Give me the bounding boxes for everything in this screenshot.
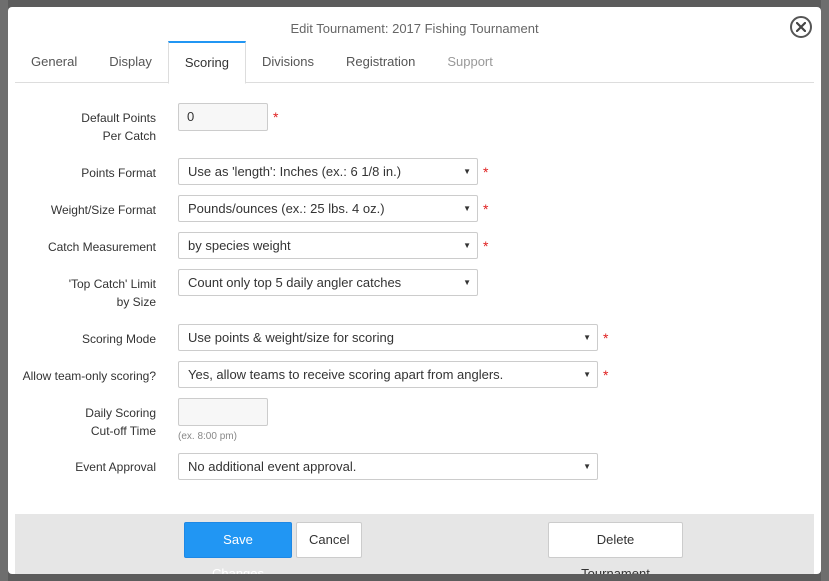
cutoff-time-hint: (ex. 8:00 pm): [178, 431, 237, 442]
edit-tournament-modal: Edit Tournament: 2017 Fishing Tournament…: [8, 7, 821, 574]
scoring-mode-value: Use points & weight/size for scoring: [188, 330, 394, 345]
tab-display[interactable]: Display: [93, 41, 168, 83]
tab-support[interactable]: Support: [431, 41, 509, 83]
close-icon: [796, 22, 806, 32]
chevron-down-icon: ▼: [463, 167, 471, 176]
required-marker: *: [603, 367, 609, 383]
default-points-input[interactable]: 0: [178, 103, 268, 131]
backdrop-left: [0, 0, 8, 581]
points-format-select[interactable]: Use as 'length': Inches (ex.: 6 1/8 in.)…: [178, 158, 478, 185]
backdrop-right: [821, 0, 829, 581]
close-button[interactable]: [790, 16, 812, 38]
points-format-value: Use as 'length': Inches (ex.: 6 1/8 in.): [188, 164, 402, 179]
team-scoring-label: Allow team-only scoring?: [22, 369, 156, 383]
modal-title: Edit Tournament: 2017 Fishing Tournament: [290, 21, 539, 36]
weight-format-select[interactable]: Pounds/ounces (ex.: 25 lbs. 4 oz.) ▼: [178, 195, 478, 222]
cutoff-time-label: Daily Scoring Cut-off Time: [85, 406, 156, 438]
required-marker: *: [603, 330, 609, 346]
tab-bar: General Display Scoring Divisions Regist…: [15, 41, 814, 84]
tab-scoring[interactable]: Scoring: [167, 41, 246, 84]
required-marker: *: [483, 164, 489, 180]
points-format-label: Points Format: [81, 166, 156, 180]
save-changes-button[interactable]: Save Changes: [184, 522, 292, 574]
required-marker: *: [273, 109, 279, 125]
chevron-down-icon: ▼: [583, 462, 591, 471]
tab-divisions[interactable]: Divisions: [246, 41, 330, 83]
catch-measurement-select[interactable]: by species weight ▼: [178, 232, 478, 259]
weight-format-label: Weight/Size Format: [50, 203, 156, 217]
top-catch-limit-value: Count only top 5 daily angler catches: [188, 275, 402, 290]
catch-measurement-value: by species weight: [188, 238, 291, 253]
required-marker: *: [483, 238, 489, 254]
chevron-down-icon: ▼: [583, 333, 591, 342]
delete-tournament-button[interactable]: Delete Tournament: [548, 522, 683, 574]
tab-general[interactable]: General: [15, 41, 93, 83]
tab-registration[interactable]: Registration: [330, 41, 431, 83]
chevron-down-icon: ▼: [463, 241, 471, 250]
chevron-down-icon: ▼: [463, 278, 471, 287]
required-marker: *: [483, 201, 489, 217]
cancel-button[interactable]: Cancel: [296, 522, 362, 558]
team-scoring-select[interactable]: Yes, allow teams to receive scoring apar…: [178, 361, 598, 388]
scoring-mode-label: Scoring Mode: [81, 332, 156, 346]
scoring-mode-select[interactable]: Use points & weight/size for scoring ▼: [178, 324, 598, 351]
modal-footer: Save Changes Cancel Delete Tournament: [15, 514, 814, 574]
default-points-label: Default Points Per Catch: [81, 111, 156, 143]
weight-format-value: Pounds/ounces (ex.: 25 lbs. 4 oz.): [188, 201, 385, 216]
team-scoring-value: Yes, allow teams to receive scoring apar…: [188, 367, 504, 382]
catch-measurement-label: Catch Measurement: [47, 240, 156, 254]
chevron-down-icon: ▼: [463, 204, 471, 213]
event-approval-value: No additional event approval.: [188, 459, 357, 474]
top-catch-limit-select[interactable]: Count only top 5 daily angler catches ▼: [178, 269, 478, 296]
top-catch-limit-label: 'Top Catch' Limit by Size: [68, 277, 156, 309]
event-approval-select[interactable]: No additional event approval. ▼: [178, 453, 598, 480]
event-approval-label: Event Approval: [75, 460, 156, 474]
chevron-down-icon: ▼: [583, 370, 591, 379]
cutoff-time-input[interactable]: [178, 398, 268, 426]
